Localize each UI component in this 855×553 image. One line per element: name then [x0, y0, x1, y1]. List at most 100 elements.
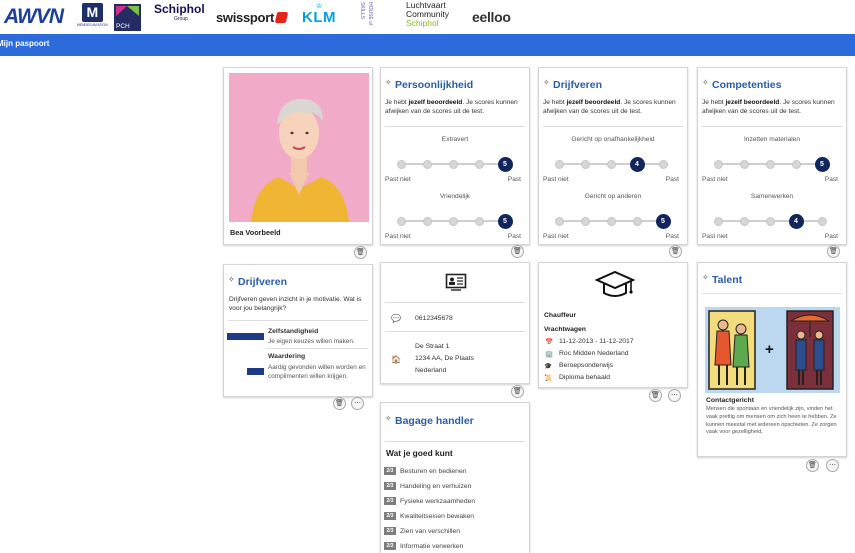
drijfveren-scale-delete-button[interactable]: 🗑: [669, 245, 682, 258]
education-level: Beroepsonderwijs: [559, 362, 614, 369]
scale-point[interactable]: [632, 216, 642, 226]
scale-selected-point[interactable]: 5: [497, 156, 513, 172]
scale-point[interactable]: [817, 216, 827, 226]
skill-level-badge: 2/3: [384, 542, 396, 550]
scale-point[interactable]: [448, 216, 458, 226]
avatar-icon: [229, 73, 369, 222]
scale-point[interactable]: [474, 216, 484, 226]
skill-item: 2/3 Handeling en verhuizen: [384, 481, 471, 491]
scale-left-label: Past niet: [702, 176, 728, 183]
scale-selected-point[interactable]: 5: [655, 213, 671, 229]
house-of-skills-logo[interactable]: HOUSE of SKILLS: [358, 2, 386, 32]
education-card: Chauffeur Vrachtwagen 📅 11-12-2013 - 11-…: [538, 262, 688, 388]
talent-more-button[interactable]: ⋯: [826, 459, 839, 472]
talent-card: ✧ Talent + Contactgericht Mensen die spo…: [697, 262, 847, 457]
trash-icon: 🗑: [651, 392, 660, 399]
drijfveren-info-delete-button[interactable]: 🗑: [333, 397, 346, 410]
skill-item: 2/3 Zien van verschillen: [384, 526, 460, 536]
scale-point[interactable]: [739, 159, 749, 169]
scale-point[interactable]: [658, 159, 668, 169]
scale-point[interactable]: [606, 159, 616, 169]
level-fill: [227, 333, 264, 340]
awvn-logo[interactable]: AWVN: [4, 3, 64, 31]
scale-point[interactable]: [554, 216, 564, 226]
scale-right-label: Past: [507, 176, 521, 183]
divider: [228, 320, 368, 321]
eelloo-logo[interactable]: eelloo: [472, 3, 511, 31]
scale-selected-point[interactable]: 4: [788, 213, 804, 229]
scale-point[interactable]: [580, 159, 590, 169]
card-title: Persoonlijkheid: [395, 79, 474, 91]
card-description: Je hebt jezelf beoordeeld. Je scores kun…: [702, 99, 835, 115]
klm-logo[interactable]: ♔ KLM: [302, 3, 336, 31]
scale-point[interactable]: [765, 216, 775, 226]
scale-point[interactable]: [580, 216, 590, 226]
nav-title[interactable]: Mijn paspoort: [0, 39, 49, 48]
card-description: Je hebt jezelf beoordeeld. Je scores kun…: [543, 99, 676, 115]
calendar-icon: 📅: [545, 339, 554, 346]
card-title: Drijfveren: [238, 276, 288, 288]
scale-point[interactable]: [554, 159, 564, 169]
scale-right-label: Past: [665, 176, 679, 183]
swissport-logo[interactable]: swissport: [216, 3, 289, 31]
drijfveer-desc: Je eigen keuzes willen maken.: [268, 338, 355, 345]
plus-sign: +: [765, 341, 774, 358]
drijfveer-level-bar: [227, 368, 264, 375]
scale-selected-point[interactable]: 5: [814, 156, 830, 172]
address-country: Nederland: [415, 367, 447, 374]
diploma-icon: 📜: [544, 375, 553, 382]
more-icon: ⋯: [354, 400, 361, 407]
profile-delete-button[interactable]: 🗑: [354, 246, 367, 259]
trash-icon: 🗑: [808, 462, 817, 469]
profile-card: Bea Voorbeeld: [223, 67, 373, 245]
contact-delete-button[interactable]: 🗑: [511, 385, 524, 398]
schiphol-logo[interactable]: Schiphol Group: [154, 3, 205, 31]
trash-icon: 🗑: [671, 248, 680, 255]
talent-delete-button[interactable]: 🗑: [806, 459, 819, 472]
scale-point[interactable]: [474, 159, 484, 169]
scale-point[interactable]: [448, 159, 458, 169]
scale-point[interactable]: [396, 159, 406, 169]
scale-selected-point[interactable]: 5: [497, 213, 513, 229]
scale-point[interactable]: [422, 216, 432, 226]
skill-label: Handeling en verhuizen: [400, 482, 472, 490]
scale-point[interactable]: [396, 216, 406, 226]
scale-point[interactable]: [739, 216, 749, 226]
drijfveer-name: Zelfstandigheid: [268, 328, 319, 335]
swissport-arrow-icon: [274, 11, 289, 23]
scale-point[interactable]: [713, 216, 723, 226]
scale-point[interactable]: [606, 216, 616, 226]
competenties-delete-button[interactable]: 🗑: [827, 245, 840, 258]
scale-point[interactable]: [765, 159, 775, 169]
skills-subtitle: Wat je goed kunt: [386, 448, 453, 458]
talent-illustration: +: [705, 307, 840, 393]
scale-point[interactable]: [422, 159, 432, 169]
divider: [385, 441, 525, 442]
scale-label: Samenwerken: [750, 193, 794, 200]
scale-label: Inzetten materialen: [743, 136, 801, 143]
skill-label: Informatie verwerken: [400, 542, 464, 550]
more-icon: ⋯: [671, 392, 678, 399]
scale-point[interactable]: [713, 159, 723, 169]
trash-icon: 🗑: [356, 249, 365, 256]
education-delete-button[interactable]: 🗑: [649, 389, 662, 402]
luchtvaart-community-logo[interactable]: Luchtvaart Community Schiphol: [406, 1, 449, 29]
contact-card: 💬 0612345678 🏠 De Straat 1 1234 AA, De P…: [380, 262, 530, 384]
pch-logo[interactable]: PCH: [114, 4, 141, 31]
scale-right-label: Past: [507, 233, 521, 240]
mendes-logo[interactable]: M MENDES AVIATION: [77, 3, 108, 31]
scale-selected-point[interactable]: 4: [629, 156, 645, 172]
address-city: 1234 AA, De Plaats: [415, 355, 474, 362]
divider: [543, 126, 683, 127]
persoonlijkheid-delete-button[interactable]: 🗑: [511, 245, 524, 258]
talent-description: Mensen die spontaan en vriendelijk zijn,…: [706, 406, 837, 436]
scale-left-label: Past niet: [702, 233, 728, 240]
drijfveren-info-more-button[interactable]: ⋯: [351, 397, 364, 410]
scale-point[interactable]: [791, 159, 801, 169]
education-more-button[interactable]: ⋯: [668, 389, 681, 402]
scale-left-label: Past niet: [385, 176, 411, 183]
drijfveren-scale-card: ✧ Drijfveren Je hebt jezelf beoordeeld. …: [538, 67, 688, 245]
scale-right-label: Past: [665, 233, 679, 240]
skill-label: Fysieke werkzaamheden: [400, 497, 476, 505]
card-title: Talent: [712, 274, 743, 286]
